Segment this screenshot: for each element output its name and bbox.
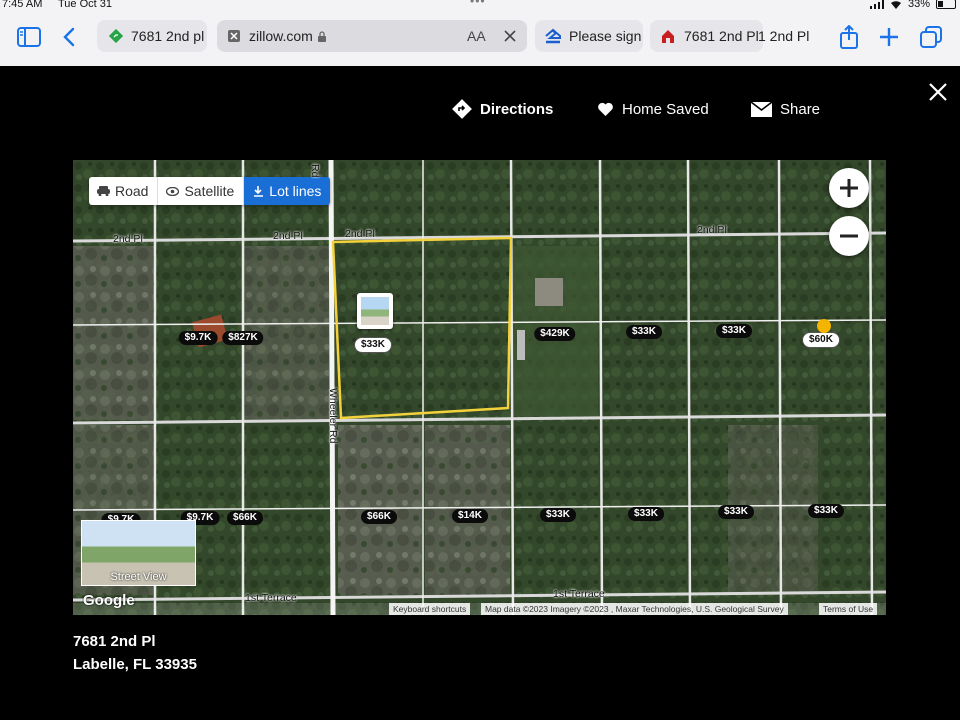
price-pin[interactable]: $33K [626, 325, 662, 339]
zoom-in-button[interactable] [829, 168, 869, 208]
road-label-2nd-pl: 2nd Pl [345, 228, 375, 240]
close-icon[interactable] [926, 80, 950, 104]
map-type-road-label: Road [115, 183, 149, 199]
battery-percent: 33% [907, 0, 930, 10]
text-size-button[interactable]: AA [467, 28, 486, 44]
status-right: 33% [869, 0, 956, 10]
street-view-label: Street View [110, 571, 167, 583]
status-time: 7:45 AM [2, 0, 43, 10]
envelope-icon [751, 101, 772, 117]
road-label-rd: Rd [309, 164, 321, 178]
listing-photo-thumbnail[interactable] [357, 293, 393, 329]
home-saved-button[interactable]: Home Saved [597, 95, 709, 123]
tab-label: Please sign [569, 28, 642, 44]
highlight-dot-icon [817, 319, 831, 333]
zillow-favicon-icon [545, 28, 561, 44]
close-tab-favicon-icon [228, 30, 240, 42]
address-line-1: 7681 2nd Pl [73, 633, 156, 650]
price-pin[interactable]: $66K [361, 510, 397, 524]
browser-chrome: 7:45 AM Tue Oct 31 ••• 33% 7681 2nd pl z… [0, 0, 960, 66]
map-type-lot-lines[interactable]: Lot lines [244, 177, 331, 205]
price-pin[interactable]: $33K [808, 504, 844, 518]
wifi-icon [890, 0, 901, 9]
price-pin[interactable]: $66K [227, 511, 263, 525]
back-chevron-icon[interactable] [54, 20, 84, 54]
tab-label: 7681 2nd pl [131, 28, 205, 44]
price-pin[interactable]: $33K [540, 508, 576, 522]
price-pin[interactable]: $827K [222, 331, 264, 345]
road-label-1st-terrace: 1st Terrace [245, 592, 297, 604]
safari-toolbar: 7681 2nd pl zillow.com AA Please sign 76… [0, 18, 960, 58]
tab-overflow[interactable]: 1 2nd Pl [758, 20, 818, 52]
tab-7681-2nd-pl[interactable]: 7681 2nd pl [97, 20, 207, 52]
map-type-satellite-label: Satellite [184, 183, 235, 199]
map-data-attribution: Map data ©2023 Imagery ©2023 , Maxar Tec… [481, 603, 788, 615]
sidebar-toggle-icon[interactable] [14, 20, 44, 54]
price-pin[interactable]: $33K [718, 505, 754, 519]
directions-button[interactable]: Directions [452, 95, 553, 123]
address-line-2: Labelle, FL 33935 [73, 656, 197, 673]
map-type-road[interactable]: Road [89, 177, 159, 205]
battery-fill [938, 1, 943, 7]
home-saved-label: Home Saved [622, 100, 709, 118]
multitasking-dots-icon[interactable]: ••• [470, 0, 486, 8]
price-pin[interactable]: $14K [452, 509, 488, 523]
road-label-1st-terrace: 1st Terrace [553, 588, 605, 600]
google-logo: Google [83, 592, 135, 609]
tab-label: 7681 2nd Pl [684, 28, 759, 44]
directions-favicon-icon [109, 29, 123, 43]
price-pin-selected[interactable]: $33K [354, 337, 392, 353]
url-text: zillow.com [249, 28, 313, 44]
directions-icon [452, 99, 472, 119]
zoom-out-button[interactable] [829, 216, 869, 256]
minus-icon [840, 234, 858, 238]
new-tab-plus-icon[interactable] [874, 20, 904, 54]
price-pin-highlight[interactable]: $60K [802, 332, 840, 348]
car-icon [97, 186, 110, 196]
price-pin[interactable]: $429K [534, 327, 576, 341]
lock-icon [317, 30, 326, 42]
road-label-2nd-pl: 2nd Pl [697, 224, 727, 236]
tab-7681-2nd-pl-home[interactable]: 7681 2nd Pl [650, 20, 763, 52]
price-pin[interactable]: $33K [716, 324, 752, 338]
map-type-lot-lines-label: Lot lines [269, 183, 322, 199]
share-sheet-icon[interactable] [834, 20, 864, 54]
tab-zillow-address-bar[interactable]: zillow.com AA [217, 20, 527, 52]
status-date: Tue Oct 31 [58, 0, 113, 10]
directions-label: Directions [480, 100, 554, 118]
eye-icon [166, 186, 180, 196]
price-pin[interactable]: $9.7K [178, 331, 218, 345]
signal-icon [869, 0, 884, 9]
tab-please-sign[interactable]: Please sign [535, 20, 643, 52]
road-label-wheeler-rd: Wheeler Rd [327, 388, 339, 444]
lot-lines-icon [254, 186, 264, 197]
battery-icon [936, 0, 956, 9]
tabs-overview-icon[interactable] [916, 20, 946, 54]
terms-of-use-link[interactable]: Terms of Use [819, 603, 878, 615]
map-type-satellite[interactable]: Satellite [158, 177, 245, 205]
share-button[interactable]: Share [751, 95, 820, 123]
street-view-preview[interactable]: Street View [81, 520, 196, 586]
road-label-2nd-pl: 2nd Pl [113, 233, 143, 245]
close-tab-icon[interactable] [503, 29, 517, 43]
heart-icon [598, 102, 613, 116]
tab-label: 1 2nd Pl [758, 28, 810, 44]
status-bar: 7:45 AM Tue Oct 31 ••• 33% [0, 0, 960, 12]
plus-icon [840, 179, 858, 197]
home-favicon-icon [662, 30, 674, 43]
satellite-map[interactable]: Road Satellite Lot lines 2nd Pl 2nd Pl 2… [73, 160, 886, 615]
road-label-2nd-pl: 2nd Pl [273, 230, 303, 242]
map-type-control: Road Satellite Lot lines [89, 177, 331, 205]
keyboard-shortcuts-link[interactable]: Keyboard shortcuts [389, 603, 471, 615]
price-pin[interactable]: $33K [628, 507, 664, 521]
share-label: Share [780, 100, 821, 118]
